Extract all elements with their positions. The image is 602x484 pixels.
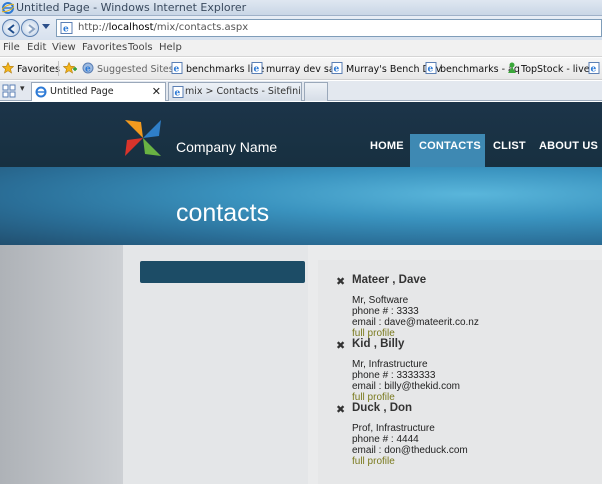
- svg-text:e: e: [591, 65, 597, 75]
- menu-bar: File Edit View Favorites Tools Help: [0, 40, 602, 57]
- svg-text:e: e: [63, 25, 69, 35]
- recent-pages-dropdown-icon[interactable]: [42, 24, 50, 29]
- svg-text:e: e: [254, 65, 260, 75]
- close-tab-icon[interactable]: ✕: [152, 85, 161, 98]
- bullet-icon: ✖: [336, 340, 346, 352]
- contact-title: Mr, Software: [352, 295, 409, 306]
- back-arrow-icon: [7, 24, 15, 34]
- sidebar-heading-bar: [140, 261, 305, 283]
- suggested-sites-icon: e: [82, 62, 94, 74]
- contact-name: Kid , Billy: [352, 338, 405, 350]
- svg-text:e: e: [85, 65, 91, 75]
- company-name[interactable]: Company Name: [176, 139, 277, 155]
- contact-email: email : billy@thekid.com: [352, 381, 460, 392]
- page-banner: [0, 167, 602, 245]
- left-gutter: [0, 245, 123, 484]
- window-title-bar: Untitled Page - Windows Internet Explore…: [0, 0, 602, 16]
- contact-phone: phone # : 3333333: [352, 370, 436, 381]
- nav-about-us[interactable]: ABOUT US: [539, 140, 598, 152]
- svg-text:e: e: [428, 65, 434, 75]
- tab-label: Untitled Page: [50, 86, 114, 97]
- contact-phone: phone # : 3333: [352, 306, 419, 317]
- add-favorite-button[interactable]: [63, 62, 80, 75]
- internet-explorer-icon: [2, 2, 14, 14]
- favorite-murray-dev-sale[interactable]: e murray dev sale: [251, 62, 343, 75]
- company-logo[interactable]: [123, 118, 163, 158]
- more-favorites-icon[interactable]: e: [588, 62, 602, 75]
- svg-text:e: e: [174, 65, 180, 75]
- internet-explorer-icon: [35, 86, 47, 98]
- contact-title: Mr, Infrastructure: [352, 359, 428, 370]
- page-icon: e: [425, 62, 437, 74]
- bullet-icon: ✖: [336, 404, 346, 416]
- favorite-suggested-sites[interactable]: eSuggested Sites ▾: [82, 62, 182, 75]
- nav-clist[interactable]: CLIST: [493, 140, 526, 152]
- contact-phone: phone # : 4444: [352, 434, 419, 445]
- back-button[interactable]: [2, 19, 20, 37]
- forward-arrow-icon: [28, 24, 36, 34]
- forward-button[interactable]: [21, 19, 39, 37]
- full-profile-link[interactable]: full profile: [352, 456, 395, 467]
- tab-list-dropdown-icon[interactable]: ▾: [20, 84, 25, 100]
- tab-bar: ▾ Untitled Page ✕ e mix > Contacts - Sit…: [0, 81, 602, 101]
- new-tab-button[interactable]: [304, 82, 328, 101]
- address-toolbar: e http://localhost/mix/contacts.aspx: [0, 16, 602, 40]
- svg-text:e: e: [334, 65, 340, 75]
- tab-label: mix > Contacts - Sitefinity 3.7: [185, 86, 301, 97]
- page-icon: e: [588, 62, 600, 74]
- web-page: Company Name HOME CONTACTS CLIST ABOUT U…: [0, 102, 602, 484]
- window-title: Untitled Page - Windows Internet Explore…: [16, 1, 247, 14]
- menu-tools[interactable]: Tools: [128, 42, 153, 53]
- page-icon: e: [331, 62, 343, 74]
- quick-tabs-icon[interactable]: [2, 83, 16, 99]
- page-icon: e: [171, 62, 183, 74]
- contact-email: email : dave@mateerit.co.nz: [352, 317, 479, 328]
- nav-contacts[interactable]: CONTACTS: [419, 140, 481, 152]
- bullet-icon: ✖: [336, 276, 346, 288]
- add-to-favorites-icon: [63, 62, 77, 74]
- menu-view[interactable]: View: [52, 42, 76, 53]
- menu-file[interactable]: File: [3, 42, 20, 53]
- page-icon: e: [251, 62, 263, 74]
- site-header: [0, 102, 602, 167]
- contact-name: Duck , Don: [352, 402, 413, 414]
- favorite-topstock-live[interactable]: TopStock - live: [506, 62, 590, 75]
- star-icon: [2, 62, 14, 74]
- menu-help[interactable]: Help: [159, 42, 182, 53]
- favorites-separator: [58, 61, 59, 76]
- tab-untitled-page[interactable]: Untitled Page ✕: [31, 82, 166, 101]
- page-icon: e: [60, 22, 73, 35]
- nav-home[interactable]: HOME: [370, 140, 404, 152]
- svg-text:e: e: [175, 89, 181, 99]
- contact-name: Mateer , Dave: [352, 274, 427, 286]
- contact-title: Prof, Infrastructure: [352, 423, 435, 434]
- tab-mix-contacts[interactable]: e mix > Contacts - Sitefinity 3.7: [168, 82, 302, 101]
- address-field[interactable]: e http://localhost/mix/contacts.aspx: [56, 19, 602, 37]
- favorites-button[interactable]: Favorites: [2, 62, 60, 75]
- page-title: contacts: [176, 199, 270, 227]
- menu-edit[interactable]: Edit: [27, 42, 46, 53]
- url-text: http://localhost/mix/contacts.aspx: [78, 22, 249, 33]
- topstock-icon: [508, 62, 516, 73]
- menu-favorites[interactable]: Favorites: [82, 42, 127, 53]
- page-icon: e: [172, 86, 184, 98]
- contact-email: email : don@theduck.com: [352, 445, 468, 456]
- favorites-bar: Favorites eSuggested Sites ▾ ebenchmarks…: [0, 58, 602, 80]
